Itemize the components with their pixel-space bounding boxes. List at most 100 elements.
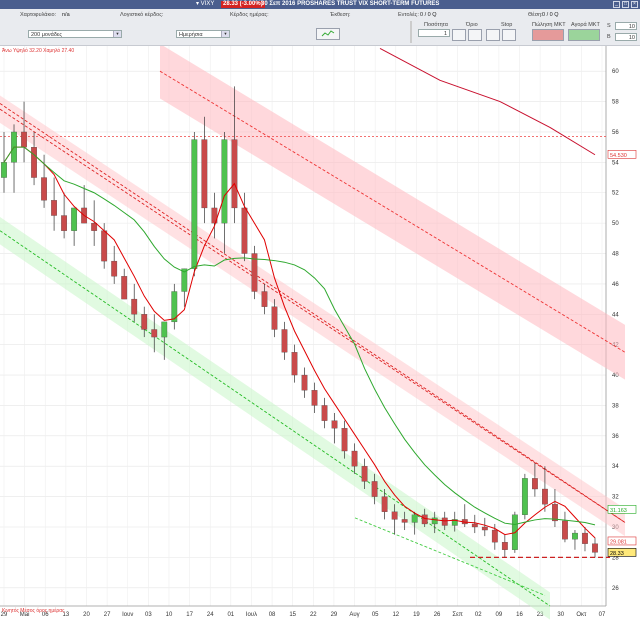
exposure-label: Έκθεση:	[330, 12, 351, 18]
stop-sell-button[interactable]	[486, 29, 500, 41]
portfolio-value: n/a	[62, 12, 70, 18]
x-tick-label: 27	[104, 612, 111, 618]
y-tick-label: 26	[612, 586, 619, 592]
candle-body	[381, 496, 388, 512]
y-tick-label: 56	[612, 130, 619, 136]
candle-body	[592, 543, 598, 553]
sell-mkt-button[interactable]	[532, 29, 564, 41]
day-profit-label: Κέρδος ημέρας:	[230, 12, 269, 18]
buy-mkt-button[interactable]	[568, 29, 600, 41]
candle-body	[431, 517, 438, 525]
stop-buy-button[interactable]	[502, 29, 516, 41]
s-input[interactable]: 10	[615, 22, 637, 30]
x-tick-label: 07	[599, 612, 606, 618]
candle-body	[391, 511, 398, 520]
sell-mkt-label: Πώληση ΜΚΤ	[532, 22, 566, 28]
position-value: 0 / 0 Q	[542, 12, 559, 18]
candle-body	[261, 291, 268, 307]
x-tick-label: 10	[166, 612, 173, 618]
candle-body	[531, 478, 538, 490]
x-tick-label: 20	[83, 612, 90, 618]
candle-body	[351, 450, 358, 467]
candle-body	[41, 177, 47, 201]
x-tick-label: Οκτ	[576, 612, 587, 618]
y-tick-label: 34	[612, 464, 619, 470]
candle-body	[411, 514, 418, 523]
amount-select[interactable]: 200 μονάδες ▼	[28, 30, 122, 38]
price-chart[interactable]: 29 Mai 06 13 20 27 Ιουν 03 10 17 24 01 Ιουλ 08 15 22 29 A…	[0, 43, 640, 621]
candle-body	[572, 532, 578, 540]
y-tick-label: 48	[612, 252, 619, 258]
minimize-icon[interactable]: _	[613, 1, 620, 8]
candle-body	[471, 523, 478, 528]
candlestick-chart[interactable]: 29 Mai 06 13 20 27 Ιουν 03 10 17 24 01 Ιουλ 08 15 22 29 A…	[0, 43, 640, 621]
candle-body	[161, 321, 168, 338]
candle-body	[221, 139, 228, 224]
y-tick-label: 38	[612, 403, 619, 409]
limit-label: Όριο	[466, 22, 478, 28]
buy-mkt-label: Αγορά ΜΚΤ	[571, 22, 600, 28]
close-icon[interactable]: ×	[631, 1, 638, 8]
candle-body	[441, 517, 448, 526]
x-tick-label: 02	[475, 612, 482, 618]
chart-icon	[321, 30, 335, 37]
x-tick-label: 15	[289, 612, 296, 618]
candle-body	[371, 481, 378, 497]
chevron-down-icon: ▼	[113, 31, 121, 37]
candle-body	[291, 352, 298, 376]
qty-input[interactable]: 1	[418, 29, 450, 37]
candle-body	[31, 147, 37, 178]
y-tick-label: 32	[612, 495, 619, 501]
chart-bottom-annotation: Κινητός Μέσος όρος ημέρας	[2, 608, 65, 614]
candle-body	[131, 298, 138, 315]
candle-body	[361, 466, 368, 482]
candle-body	[401, 519, 408, 523]
candle-body	[562, 520, 568, 540]
candle-body	[231, 139, 238, 209]
orders-label: Εντολές:	[398, 12, 419, 18]
x-tick-label: Ιουλ	[246, 612, 257, 618]
y-tick-label: 36	[612, 434, 619, 440]
y-tick-label: 52	[612, 191, 619, 197]
b-input[interactable]: 10	[615, 33, 637, 41]
short-moving-average-line	[3, 146, 596, 539]
x-tick-label: 09	[496, 612, 503, 618]
candle-body	[101, 230, 108, 262]
period-select[interactable]: Ημερήσια ▼	[176, 30, 230, 38]
chart-type-button[interactable]	[316, 28, 340, 40]
b-label: B	[607, 34, 611, 40]
x-tick-label: Ιουν	[122, 612, 133, 618]
x-tick-label: 22	[310, 612, 317, 618]
limit-sell-button[interactable]	[452, 29, 466, 41]
x-tick-label: 29	[331, 612, 338, 618]
candle-body	[481, 526, 488, 531]
x-tick-label: 03	[145, 612, 152, 618]
y-tick-label: 46	[612, 282, 619, 288]
limit-buy-button[interactable]	[468, 29, 482, 41]
y-tick-label: 44	[612, 312, 619, 318]
candle-body	[321, 405, 328, 421]
candle-body	[552, 504, 558, 522]
symbol-selector[interactable]: ▾ VIXY	[196, 0, 214, 9]
chevron-down-icon: ▼	[221, 31, 229, 37]
candle-body	[501, 542, 508, 550]
candle-body	[331, 420, 338, 429]
x-tick-label: 16	[516, 612, 523, 618]
price-change-badge: 28.33 (-3.00%)	[221, 1, 265, 8]
chart-top-annotation: Άνω Υψηλό 32.20 Χαμηλό 27.40	[2, 48, 75, 54]
candle-body	[91, 222, 98, 231]
x-tick-label: 30	[557, 612, 564, 618]
x-tick-label: 01	[227, 612, 234, 618]
candle-body	[521, 478, 528, 515]
candle-body	[71, 207, 78, 231]
instrument-name: 30 Σεπ 2016 PROSHARES TRUST VIX SHORT-TE…	[261, 1, 440, 7]
maximize-icon[interactable]: □	[622, 1, 629, 8]
x-tick-label: 08	[269, 612, 276, 618]
y-tick-label: 60	[612, 69, 619, 75]
candle-body	[151, 329, 158, 338]
stop-label: Stop	[501, 22, 513, 28]
y-tick-label: 58	[612, 100, 619, 106]
candle-body	[281, 329, 288, 353]
candle-body	[341, 428, 348, 452]
x-tick-label: 12	[392, 612, 399, 618]
